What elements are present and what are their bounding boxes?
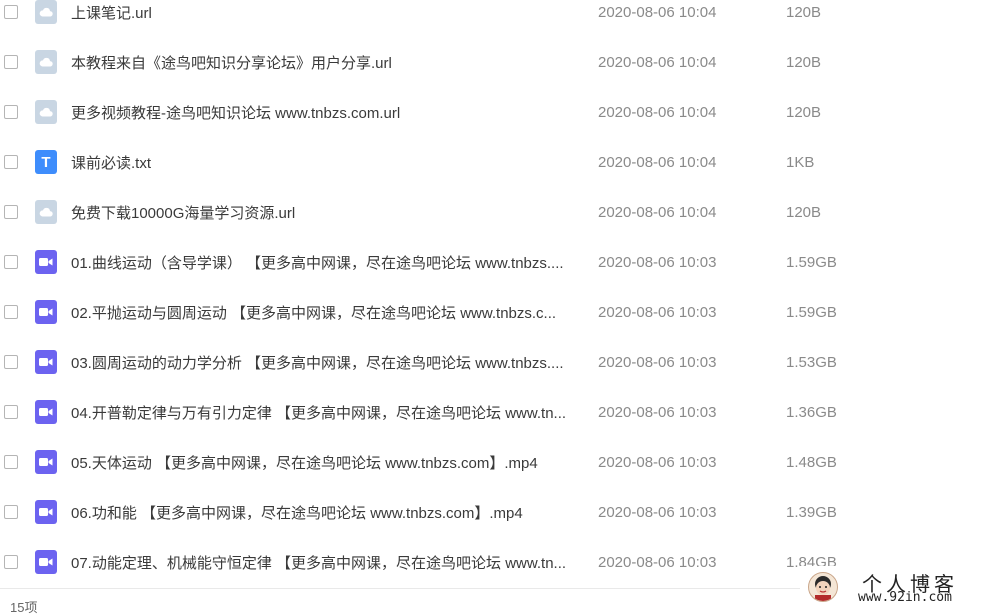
video-file-icon (35, 350, 57, 374)
row-checkbox[interactable] (4, 505, 18, 519)
row-checkbox[interactable] (4, 455, 18, 469)
row-checkbox[interactable] (4, 5, 18, 19)
file-name[interactable]: 02.平抛运动与圆周运动 【更多高中网课，尽在途鸟吧论坛 www.tnbzs.c… (71, 302, 579, 323)
file-name[interactable]: 免费下载10000G海量学习资源.url (71, 202, 579, 223)
file-name[interactable]: 05.天体运动 【更多高中网课，尽在途鸟吧论坛 www.tnbzs.com】.m… (71, 452, 579, 473)
file-size: 1.59GB (786, 253, 837, 271)
file-list: 上课笔记.url 2020-08-06 10:04 120B 本教程来自《途鸟吧知识分… (0, 0, 997, 587)
cloud-file-icon (35, 50, 57, 74)
file-name[interactable]: 课前必读.txt (71, 152, 579, 173)
file-row[interactable]: 01.曲线运动（含导学课） 【更多高中网课，尽在途鸟吧论坛 www.tnbzs.… (0, 237, 997, 287)
file-row[interactable]: 06.功和能 【更多高中网课，尽在途鸟吧论坛 www.tnbzs.com】.mp… (0, 487, 997, 537)
file-size: 120B (786, 3, 822, 21)
row-checkbox[interactable] (4, 355, 18, 369)
file-name[interactable]: 更多视频教程-途鸟吧知识论坛 www.tnbzs.com.url (71, 102, 579, 123)
file-size: 120B (786, 103, 822, 121)
file-row[interactable]: 免费下载10000G海量学习资源.url 2020-08-06 10:04 120B (0, 187, 997, 237)
file-size: 1.59GB (786, 303, 837, 321)
file-date: 2020-08-06 10:03 (598, 553, 717, 571)
file-date: 2020-08-06 10:04 (598, 53, 717, 71)
file-date: 2020-08-06 10:03 (598, 453, 717, 471)
avatar (808, 572, 838, 602)
file-size: 1.39GB (786, 503, 837, 521)
row-checkbox[interactable] (4, 155, 18, 169)
video-file-icon (35, 300, 57, 324)
video-file-icon (35, 250, 57, 274)
row-checkbox[interactable] (4, 105, 18, 119)
file-date: 2020-08-06 10:03 (598, 253, 717, 271)
file-row[interactable]: 本教程来自《途鸟吧知识分享论坛》用户分享.url 2020-08-06 10:04… (0, 37, 997, 87)
file-name[interactable]: 04.开普勒定律与万有引力定律 【更多高中网课，尽在途鸟吧论坛 www.tn..… (71, 402, 579, 423)
file-size: 1KB (786, 153, 815, 171)
file-row[interactable]: 上课笔记.url 2020-08-06 10:04 120B (0, 0, 997, 37)
text-file-glyph: T (41, 153, 51, 171)
file-row[interactable]: 05.天体运动 【更多高中网课，尽在途鸟吧论坛 www.tnbzs.com】.m… (0, 437, 997, 487)
video-file-icon (35, 550, 57, 574)
file-row[interactable]: 更多视频教程-途鸟吧知识论坛 www.tnbzs.com.url 2020-08-… (0, 87, 997, 137)
file-size: 120B (786, 203, 822, 221)
file-name[interactable]: 01.曲线运动（含导学课） 【更多高中网课，尽在途鸟吧论坛 www.tnbzs.… (71, 252, 579, 273)
row-checkbox[interactable] (4, 205, 18, 219)
row-checkbox[interactable] (4, 405, 18, 419)
cloud-file-icon (35, 200, 57, 224)
file-date: 2020-08-06 10:04 (598, 103, 717, 121)
item-count: 15项 (10, 600, 38, 615)
file-date: 2020-08-06 10:03 (598, 403, 717, 421)
file-size: 1.48GB (786, 453, 837, 471)
file-date: 2020-08-06 10:03 (598, 353, 717, 371)
cloud-file-icon (35, 100, 57, 124)
text-file-icon: T (35, 150, 57, 174)
row-checkbox[interactable] (4, 55, 18, 69)
file-name[interactable]: 07.动能定理、机械能守恒定律 【更多高中网课，尽在途鸟吧论坛 www.tn..… (71, 552, 579, 573)
file-size: 120B (786, 53, 822, 71)
row-checkbox[interactable] (4, 255, 18, 269)
file-name[interactable]: 本教程来自《途鸟吧知识分享论坛》用户分享.url (71, 52, 579, 73)
row-checkbox[interactable] (4, 305, 18, 319)
file-name[interactable]: 上课笔记.url (71, 2, 579, 23)
video-file-icon (35, 400, 57, 424)
file-size: 1.53GB (786, 353, 837, 371)
watermark-url: www.92in.com (858, 590, 952, 605)
file-name[interactable]: 06.功和能 【更多高中网课，尽在途鸟吧论坛 www.tnbzs.com】.mp… (71, 502, 579, 523)
video-file-icon (35, 450, 57, 474)
file-date: 2020-08-06 10:04 (598, 203, 717, 221)
file-date: 2020-08-06 10:04 (598, 153, 717, 171)
file-size: 1.36GB (786, 403, 837, 421)
file-date: 2020-08-06 10:04 (598, 3, 717, 21)
cloud-file-icon (35, 0, 57, 24)
file-row[interactable]: 04.开普勒定律与万有引力定律 【更多高中网课，尽在途鸟吧论坛 www.tn..… (0, 387, 997, 437)
watermark: 个人博客 www.92in.com (800, 566, 997, 610)
file-row[interactable]: T 课前必读.txt 2020-08-06 10:04 1KB (0, 137, 997, 187)
file-row[interactable]: 03.圆周运动的动力学分析 【更多高中网课，尽在途鸟吧论坛 www.tnbzs.… (0, 337, 997, 387)
file-date: 2020-08-06 10:03 (598, 303, 717, 321)
file-date: 2020-08-06 10:03 (598, 503, 717, 521)
file-name[interactable]: 03.圆周运动的动力学分析 【更多高中网课，尽在途鸟吧论坛 www.tnbzs.… (71, 352, 579, 373)
video-file-icon (35, 500, 57, 524)
file-row[interactable]: 02.平抛运动与圆周运动 【更多高中网课，尽在途鸟吧论坛 www.tnbzs.c… (0, 287, 997, 337)
row-checkbox[interactable] (4, 555, 18, 569)
